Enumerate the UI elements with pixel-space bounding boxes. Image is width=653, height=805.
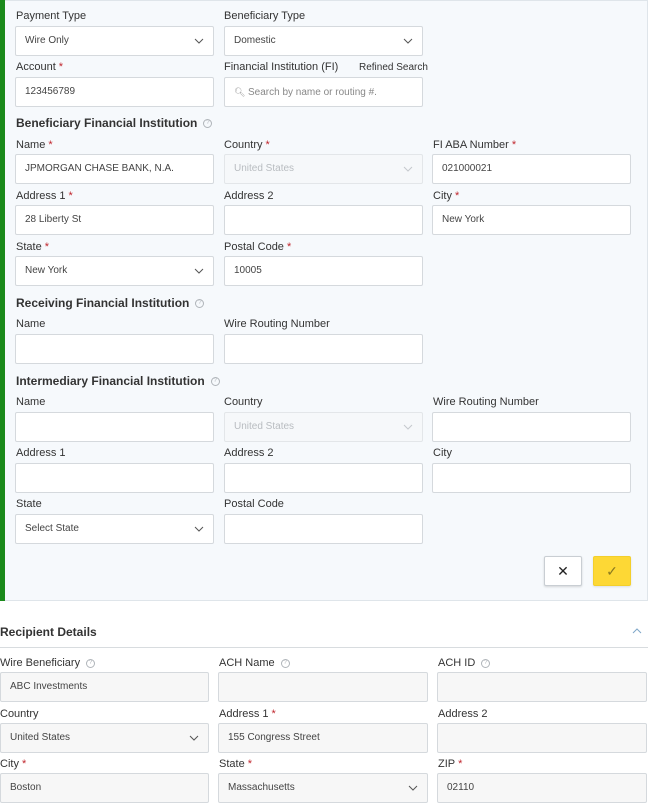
bfi-name-label: Name *	[16, 139, 53, 151]
rd-country-label: Country	[0, 708, 39, 720]
help-icon[interactable]: ?	[195, 299, 205, 309]
ifi-city-input[interactable]	[432, 463, 631, 493]
ifi-country-label: Country	[224, 396, 263, 408]
bfi-address2-input[interactable]	[224, 205, 423, 235]
bfi-country-select[interactable]: United States	[224, 154, 423, 184]
recipient-details-title: Recipient Details	[0, 625, 97, 639]
account-label: Account *	[16, 61, 64, 73]
ifi-name-input[interactable]	[15, 412, 214, 442]
intermediary-fi-title: Intermediary Financial Institution?	[16, 374, 220, 388]
ifi-address2-label: Address 2	[224, 447, 274, 459]
rd-state-select[interactable]: Massachusetts	[218, 773, 428, 803]
bfi-aba-label: FI ABA Number *	[433, 139, 517, 151]
ach-name-label: ACH Name?	[219, 657, 290, 669]
bfi-country-label: Country *	[224, 139, 270, 151]
ifi-address1-input[interactable]	[15, 463, 214, 493]
bfi-address1-label: Address 1 *	[16, 190, 73, 202]
rd-city-label: City *	[0, 758, 27, 770]
refined-search-link[interactable]: Refined Search	[359, 62, 428, 73]
help-icon[interactable]: ?	[280, 658, 290, 668]
ifi-postal-label: Postal Code	[224, 498, 284, 510]
ifi-city-label: City	[433, 447, 452, 459]
chevron-down-icon	[194, 268, 204, 274]
payment-type-value: Wire Only	[25, 35, 69, 46]
chevron-down-icon	[194, 526, 204, 532]
ach-id-input[interactable]	[437, 672, 647, 702]
ach-name-input[interactable]	[218, 672, 428, 702]
help-icon[interactable]: ?	[86, 658, 96, 668]
check-icon: ✓	[606, 562, 618, 579]
chevron-down-icon	[403, 424, 413, 430]
close-icon: ✕	[557, 562, 569, 579]
bfi-postal-input[interactable]: 10005	[224, 256, 423, 286]
bfi-postal-label: Postal Code *	[224, 241, 292, 253]
beneficiary-type-select[interactable]: Domestic	[224, 26, 423, 56]
help-icon[interactable]: ?	[203, 119, 213, 129]
bfi-address2-label: Address 2	[224, 190, 274, 202]
chevron-down-icon	[403, 166, 413, 172]
search-icon: 🔍︎	[234, 87, 246, 97]
fi-search-input[interactable]: 🔍︎ Search by name or routing #.	[224, 77, 423, 107]
help-icon[interactable]: ?	[210, 377, 220, 387]
bfi-city-label: City *	[433, 190, 460, 202]
rd-zip-label: ZIP *	[438, 758, 463, 770]
chevron-down-icon	[403, 38, 413, 44]
cancel-button[interactable]: ✕	[544, 556, 582, 586]
ach-id-label: ACH ID?	[438, 657, 491, 669]
ifi-routing-input[interactable]	[432, 412, 631, 442]
bfi-state-label: State *	[16, 241, 49, 253]
rd-address1-input[interactable]: 155 Congress Street	[218, 723, 428, 753]
bfi-name-input[interactable]: JPMORGAN CHASE BANK, N.A.	[15, 154, 214, 184]
bfi-address1-input[interactable]: 28 Liberty St	[15, 205, 214, 235]
rd-address1-label: Address 1 *	[219, 708, 276, 720]
chevron-up-icon[interactable]	[632, 626, 642, 636]
beneficiary-type-label: Beneficiary Type	[224, 10, 306, 22]
bfi-city-input[interactable]: New York	[432, 205, 631, 235]
chevron-down-icon	[189, 735, 199, 741]
rd-address2-input[interactable]	[437, 723, 647, 753]
help-icon[interactable]: ?	[481, 658, 491, 668]
payment-type-select[interactable]: Wire Only	[15, 26, 214, 56]
receiving-fi-title: Receiving Financial Institution?	[16, 296, 205, 310]
ifi-address2-input[interactable]	[224, 463, 423, 493]
ifi-routing-label: Wire Routing Number	[433, 396, 539, 408]
rd-zip-input[interactable]: 02110	[437, 773, 647, 803]
rfi-name-input[interactable]	[15, 334, 214, 364]
panel-accent-bar	[0, 0, 5, 601]
confirm-button[interactable]: ✓	[593, 556, 631, 586]
rfi-routing-input[interactable]	[224, 334, 423, 364]
bfi-aba-input[interactable]: 021000021	[432, 154, 631, 184]
fi-label: Financial Institution (FI)	[224, 61, 339, 73]
ifi-state-select[interactable]: Select State	[15, 514, 214, 544]
rd-city-input[interactable]: Boston	[0, 773, 209, 803]
rd-country-select[interactable]: United States	[0, 723, 209, 753]
rd-address2-label: Address 2	[438, 708, 488, 720]
ifi-address1-label: Address 1	[16, 447, 66, 459]
payment-type-label: Payment Type	[16, 10, 87, 22]
ifi-country-select[interactable]: United States	[224, 412, 423, 442]
bfi-state-select[interactable]: New York	[15, 256, 214, 286]
rd-state-label: State *	[219, 758, 252, 770]
rfi-routing-label: Wire Routing Number	[224, 318, 330, 330]
wire-beneficiary-label: Wire Beneficiary?	[0, 657, 96, 669]
rfi-name-label: Name	[16, 318, 46, 330]
beneficiary-fi-title: Beneficiary Financial Institution?	[16, 116, 213, 130]
account-input[interactable]: 123456789	[15, 77, 214, 107]
chevron-down-icon	[408, 785, 418, 791]
ifi-name-label: Name	[16, 396, 46, 408]
ifi-state-label: State	[16, 498, 42, 510]
section-divider	[0, 647, 648, 648]
chevron-down-icon	[194, 38, 204, 44]
beneficiary-type-value: Domestic	[234, 35, 276, 46]
wire-beneficiary-input[interactable]: ABC Investments	[0, 672, 209, 702]
ifi-postal-input[interactable]	[224, 514, 423, 544]
